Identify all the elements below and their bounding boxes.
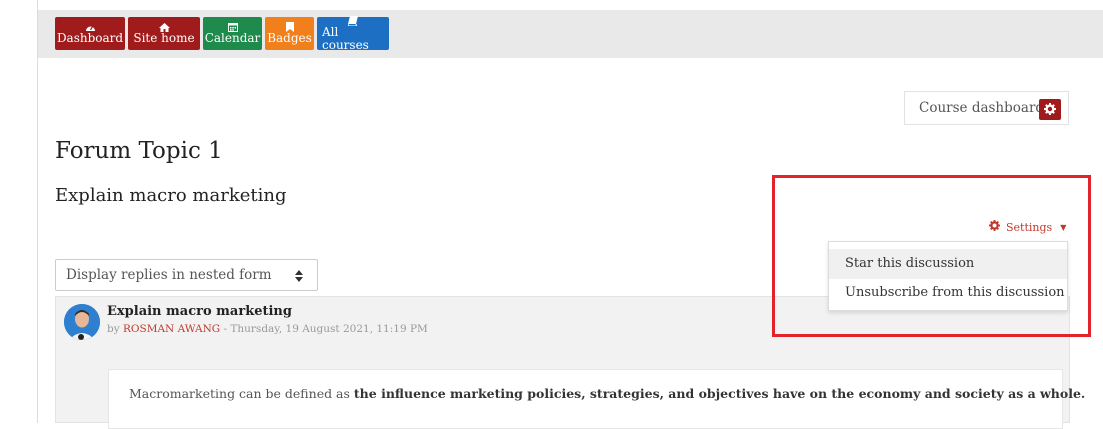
quick-nav-buttons: Dashboard Site home Calendar Badges All … — [55, 15, 389, 52]
calendar-button[interactable]: Calendar — [203, 17, 262, 50]
post-body-text: Macromarketing can be defined as the inf… — [129, 386, 1085, 401]
calendar-label: Calendar — [204, 31, 261, 45]
post-subject[interactable]: Explain macro marketing — [107, 304, 292, 319]
course-dashboard-gear-button[interactable] — [1039, 99, 1061, 120]
book-icon — [348, 15, 358, 26]
course-dashboard-button[interactable]: Course dashboard — [904, 91, 1069, 125]
post-by-label: by — [107, 323, 120, 335]
forum-post: Explain macro marketing by ROSMAN AWANG … — [55, 296, 1085, 429]
settings-label: Settings — [1006, 220, 1053, 234]
display-mode-value: Display replies in nested form — [66, 267, 272, 283]
post-body-bold: the influence marketing policies, strate… — [353, 386, 1086, 401]
gear-icon — [989, 220, 1000, 234]
badges-button[interactable]: Badges — [265, 17, 314, 50]
display-mode-select[interactable]: Display replies in nested form — [55, 259, 318, 291]
all-courses-label: All courses — [322, 24, 369, 52]
select-arrows-icon — [295, 260, 303, 295]
all-courses-button[interactable]: All courses — [317, 15, 389, 52]
post-date: - Thursday, 19 August 2021, 11:19 PM — [220, 323, 428, 335]
unsubscribe-discussion-menu-item[interactable]: Unsubscribe from this discussion — [829, 278, 1067, 308]
site-home-button[interactable]: Site home — [128, 17, 200, 50]
discussion-title: Explain macro marketing — [55, 185, 287, 206]
settings-dropdown-menu: Star this discussion Unsubscribe from th… — [828, 241, 1068, 311]
avatar[interactable] — [64, 304, 100, 340]
gear-icon — [1044, 100, 1056, 119]
post-meta: by ROSMAN AWANG - Thursday, 19 August 20… — [107, 323, 428, 335]
post-author-link[interactable]: ROSMAN AWANG — [123, 323, 220, 335]
star-discussion-menu-item[interactable]: Star this discussion — [829, 249, 1067, 279]
dashboard-label: Dashboard — [56, 30, 124, 45]
site-home-label: Site home — [133, 30, 195, 45]
dashboard-button[interactable]: Dashboard — [55, 17, 125, 50]
caret-down-icon: ▼ — [1060, 222, 1067, 232]
badges-label: Badges — [267, 31, 312, 45]
course-dashboard-label: Course dashboard — [919, 100, 1045, 116]
page-title: Forum Topic 1 — [55, 138, 223, 164]
post-body-prefix: Macromarketing can be defined as — [129, 386, 354, 401]
settings-dropdown-toggle[interactable]: Settings ▼ — [989, 220, 1066, 234]
post-content: Macromarketing can be defined as the inf… — [108, 369, 1085, 429]
